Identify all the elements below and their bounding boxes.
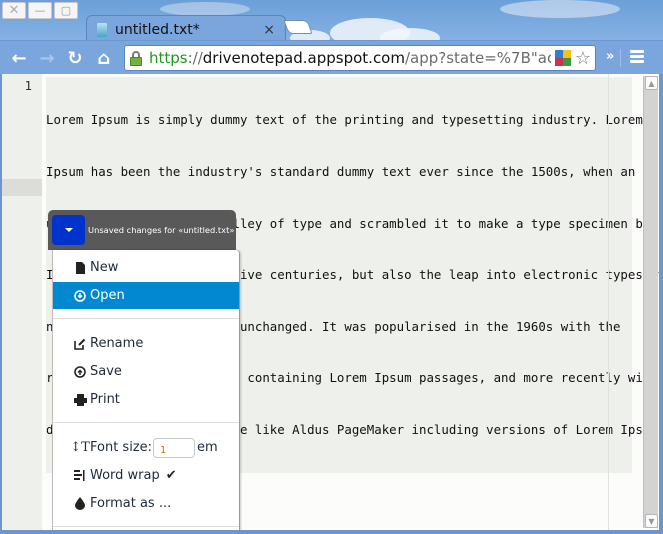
window-controls: ✕ — ▢ [2, 2, 78, 19]
menu-item-new[interactable]: New [53, 254, 239, 281]
vertical-scrollbar[interactable]: ▲ ▼ [643, 76, 658, 528]
back-button[interactable]: ← [8, 47, 30, 69]
arrow-right-icon: → [39, 47, 55, 69]
word-wrap-icon [73, 470, 87, 481]
line-number: 1 [24, 78, 32, 93]
menu-item-label: Word wrap [90, 468, 160, 483]
menu-divider [53, 526, 239, 527]
menu-divider [53, 318, 239, 319]
window-close-button[interactable]: ✕ [2, 2, 26, 19]
menu-item-label: Open [90, 288, 125, 303]
download-circle-icon [73, 289, 87, 302]
text-line: Lorem Ipsum is simply dummy text of the … [46, 112, 643, 128]
gutter-active-line [2, 179, 42, 196]
menu-item-word-wrap[interactable]: Word wrap ✔ [53, 462, 239, 489]
file-menu: New Open Rename Save Print ↕T Font size:… [52, 250, 240, 532]
scroll-down-button[interactable]: ▼ [645, 514, 658, 528]
close-icon: ✕ [8, 3, 20, 18]
arrow-left-icon: ← [11, 47, 27, 69]
caret-down-icon [64, 228, 73, 232]
home-button[interactable]: ⌂ [93, 47, 115, 69]
checkmark-icon: ✔ [165, 468, 177, 483]
window-frame-right [659, 74, 663, 534]
unsaved-status-text: Unsaved changes for «untitled.txt» [88, 225, 235, 235]
menu-item-label: Print [90, 392, 120, 407]
background-cloud [160, 2, 250, 16]
lock-icon [129, 50, 143, 66]
background-cloud [500, 0, 620, 18]
reload-button[interactable]: ↻ [64, 47, 86, 69]
window-minimize-button[interactable]: — [28, 2, 52, 19]
menu-divider [53, 422, 239, 423]
url-text[interactable]: https://drivenotepad.appspot.com/app?sta… [149, 49, 551, 67]
triangle-up-icon: ▲ [648, 78, 655, 88]
edit-icon [73, 338, 87, 350]
line-gutter [2, 74, 42, 530]
editor-area: 1 Lorem Ipsum is simply dummy text of th… [0, 74, 663, 532]
drop-icon [73, 497, 87, 510]
url-path: /app?state=%7B"action"%3A [404, 49, 551, 67]
url-host: drivenotepad.appspot.com [202, 49, 405, 67]
extensions-overflow-icon[interactable]: » [606, 49, 614, 64]
toolbar-divider [620, 49, 621, 67]
forward-button[interactable]: → [36, 47, 58, 69]
browser-menu-button[interactable] [630, 50, 644, 64]
text-line: Ipsum has been the industry's standard d… [46, 164, 636, 179]
reload-icon: ↻ [67, 47, 83, 69]
window-maximize-button[interactable]: ▢ [54, 2, 78, 19]
print-icon [73, 393, 87, 406]
menu-item-format-as[interactable]: Format as ... [53, 490, 239, 517]
tab-close-button[interactable]: × [263, 22, 275, 38]
url-scheme: https [149, 49, 188, 67]
menu-item-print[interactable]: Print [53, 386, 239, 413]
menu-item-font-size: ↕T Font size: 1 em [53, 434, 239, 461]
minimize-icon: — [34, 4, 46, 17]
menu-item-save[interactable]: Save [53, 358, 239, 385]
hamburger-icon [630, 50, 644, 53]
print-margin-line [608, 74, 609, 530]
document-icon [97, 22, 107, 37]
text-height-icon: ↕T [70, 440, 90, 455]
font-size-unit: em [197, 440, 218, 455]
maximize-icon: ▢ [60, 4, 72, 17]
upload-circle-icon [73, 365, 87, 378]
menu-item-open[interactable]: Open [53, 282, 239, 309]
bookmark-star-icon[interactable]: ☆ [575, 48, 591, 69]
menu-toggle-button[interactable] [52, 215, 85, 245]
tab-title: untitled.txt* [115, 21, 200, 38]
menu-item-label: Rename [90, 336, 144, 351]
menu-item-label: Font size: [90, 440, 153, 455]
window-frame-bottom [0, 530, 663, 534]
url-separator: :// [187, 49, 203, 67]
font-size-input[interactable]: 1 [153, 437, 196, 458]
file-icon [73, 261, 87, 274]
triangle-down-icon: ▼ [648, 516, 655, 526]
browser-tab[interactable]: untitled.txt* × [86, 15, 286, 43]
new-tab-button[interactable] [283, 20, 313, 34]
home-icon: ⌂ [97, 47, 111, 69]
menu-item-label: Format as ... [90, 496, 172, 511]
address-bar[interactable]: https://drivenotepad.appspot.com/app?sta… [124, 45, 596, 71]
unsaved-notification: Unsaved changes for «untitled.txt» [48, 210, 236, 250]
menu-item-label: Save [90, 364, 122, 379]
browser-toolbar: ← → ↻ ⌂ https://drivenotepad.appspot.com… [0, 40, 663, 74]
extension-icon[interactable] [554, 50, 571, 66]
menu-item-label: New [90, 260, 119, 275]
menu-item-rename[interactable]: Rename [53, 330, 239, 357]
scroll-up-button[interactable]: ▲ [645, 76, 658, 90]
